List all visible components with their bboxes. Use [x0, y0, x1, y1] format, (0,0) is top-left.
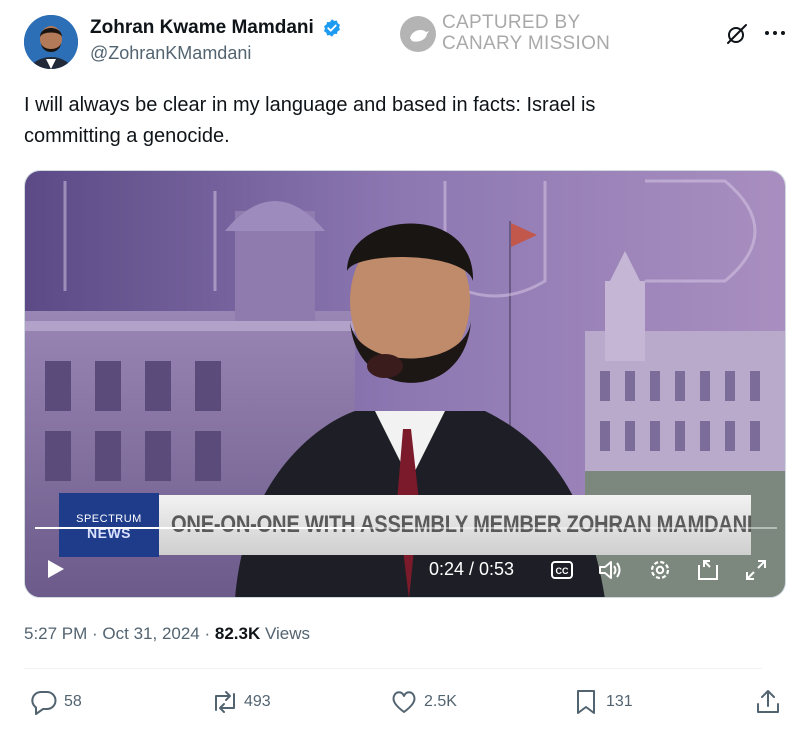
bookmark-count: 131	[606, 693, 633, 710]
pip-icon[interactable]	[695, 557, 721, 583]
display-name[interactable]: Zohran Kwame Mamdani	[90, 17, 314, 39]
tweet-text-line2: committing a genocide.	[24, 125, 230, 147]
spectrum-news-logo: SPECTRUM NEWS	[59, 493, 159, 557]
share-icon	[757, 690, 779, 713]
settings-icon[interactable]	[647, 557, 673, 583]
tweet-time[interactable]: 5:27 PM	[24, 624, 87, 643]
reply-icon	[31, 690, 57, 715]
video-progress-fill	[35, 527, 369, 529]
volume-icon[interactable]	[597, 557, 623, 583]
views-label: Views	[260, 624, 311, 643]
captions-icon[interactable]: CC	[549, 557, 575, 583]
avatar[interactable]	[24, 15, 78, 69]
reply-count: 58	[64, 693, 82, 710]
views-count: 82.3K	[214, 624, 261, 643]
tweet-date[interactable]: Oct 31, 2024	[102, 624, 199, 643]
watermark-line1: CAPTURED BY	[442, 12, 581, 33]
meta-separator: ·	[199, 624, 215, 643]
handle[interactable]: @ZohranKMamdani	[90, 43, 342, 64]
meta-separator: ·	[87, 624, 103, 643]
divider	[24, 668, 762, 669]
verified-badge-icon	[324, 19, 341, 37]
more-options-icon[interactable]	[762, 20, 788, 46]
play-icon[interactable]	[43, 557, 67, 581]
fullscreen-icon[interactable]	[743, 557, 769, 583]
svg-text:CC: CC	[556, 566, 569, 576]
heart-icon	[392, 691, 416, 713]
repost-count: 493	[244, 693, 271, 710]
watermark-line2: CANARY MISSION	[442, 33, 611, 54]
grok-icon[interactable]	[724, 21, 750, 47]
canary-logo-icon	[400, 16, 436, 52]
video-time: 0:24 / 0:53	[429, 559, 515, 579]
lower-third: SPECTRUM NEWS ONE-ON-ONE WITH ASSEMBLY M…	[59, 493, 753, 557]
tweet-text-line1: I will always be clear in my language an…	[24, 94, 596, 116]
tweet-text: I will always be clear in my language an…	[24, 90, 764, 152]
lower-third-title: ONE-ON-ONE WITH ASSEMBLY MEMBER ZOHRAN M…	[171, 511, 753, 538]
repost-icon	[215, 691, 235, 713]
tweet-meta: 5:27 PM · Oct 31, 2024 · 82.3K Views	[24, 624, 310, 644]
bookmark-icon	[577, 690, 595, 714]
like-count: 2.5K	[424, 693, 457, 710]
tweet-header: Zohran Kwame Mamdani @ZohranKMamdani CAP…	[24, 12, 785, 72]
logo-line1: SPECTRUM	[76, 513, 142, 525]
video-progress-bar[interactable]	[35, 527, 777, 529]
video-player[interactable]: SPECTRUM NEWS ONE-ON-ONE WITH ASSEMBLY M…	[24, 170, 786, 598]
lower-third-bar: ONE-ON-ONE WITH ASSEMBLY MEMBER ZOHRAN M…	[159, 495, 753, 555]
